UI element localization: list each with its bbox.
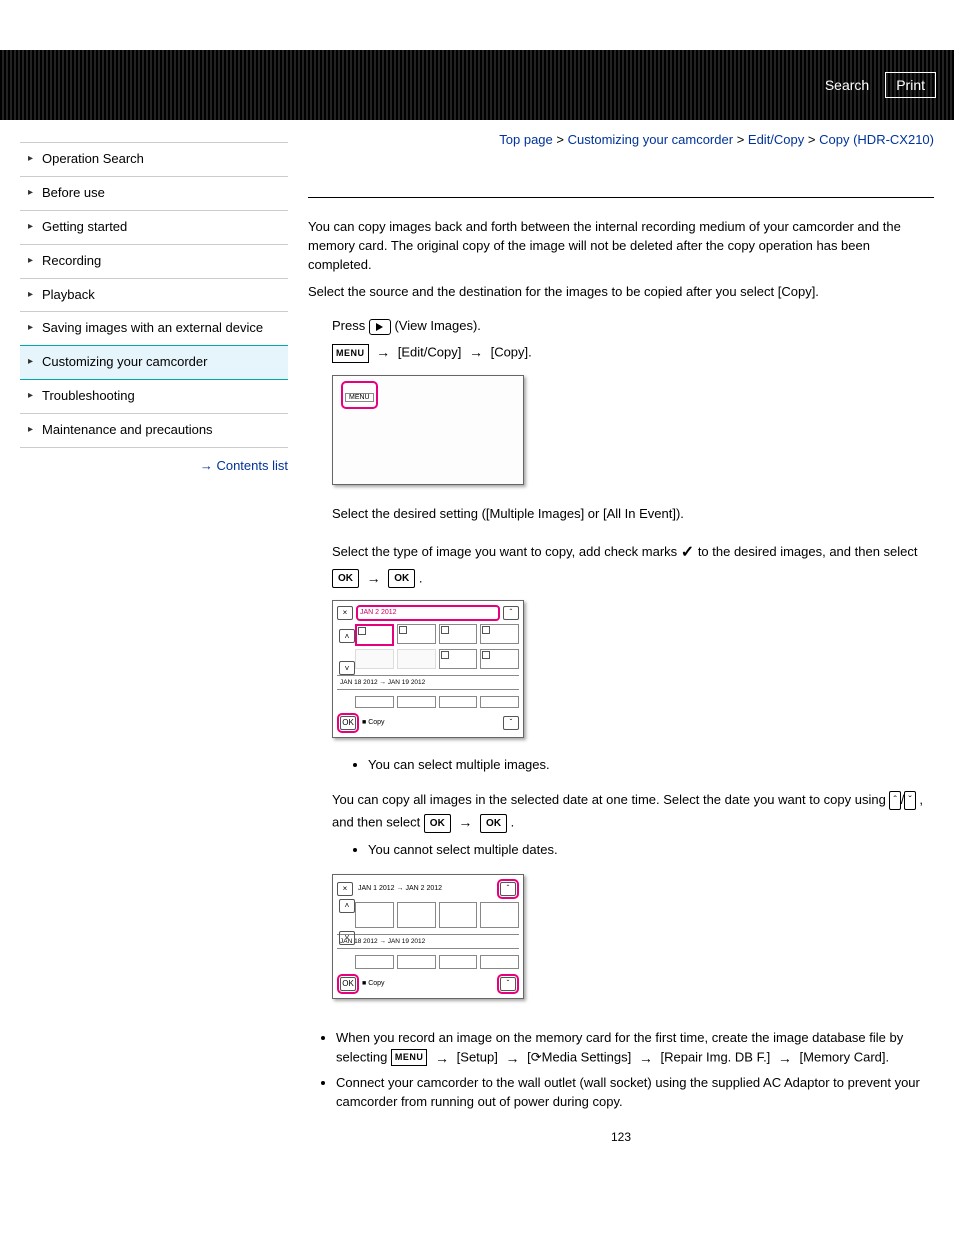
page-up-highlight: ˆ (500, 882, 516, 896)
check-icon: ✓ (681, 539, 694, 566)
arrow-icon: → (778, 1048, 792, 1068)
up-icon: ˆ (889, 791, 900, 810)
sidebar-item[interactable]: Before use (20, 177, 288, 211)
breadcrumb-l1[interactable]: Customizing your camcorder (568, 132, 733, 147)
sidebar-item[interactable]: Playback (20, 279, 288, 313)
arrow-icon: → (469, 341, 483, 365)
menu-tag: MENU (345, 393, 374, 402)
sidebar-item[interactable]: Operation Search (20, 143, 288, 177)
view-images-icon (369, 319, 391, 335)
ok-icon: OK (388, 569, 415, 588)
arrow-icon: → (458, 811, 472, 835)
media-settings-icon: ⟳ (531, 1049, 542, 1064)
nav-down-icon: ˅ (339, 931, 355, 945)
sidebar-item[interactable]: Saving images with an external device (20, 312, 288, 346)
nav-down-icon: ˅ (339, 661, 355, 675)
arrow-icon: → (505, 1048, 519, 1068)
step3-text-a: Select the type of image you want to cop… (332, 544, 681, 559)
step3-text-b: to the desired images, and then select (698, 544, 918, 559)
copy-label: Copy (368, 980, 384, 987)
page-down-highlight: ˇ (500, 977, 516, 991)
sidebar-item[interactable]: Maintenance and precautions (20, 414, 288, 448)
arrow-icon: → (376, 341, 390, 365)
step3-text-c: . (419, 570, 423, 585)
sidebar: Operation SearchBefore useGetting starte… (20, 132, 288, 1144)
nav-list: Operation SearchBefore useGetting starte… (20, 142, 288, 448)
sidebar-item[interactable]: Getting started (20, 211, 288, 245)
close-icon: × (337, 606, 353, 620)
ok-button-highlight: OK (340, 716, 356, 730)
step1-seq-a: [Edit/Copy] (398, 345, 465, 360)
arrow-icon: → (639, 1048, 653, 1068)
menu-icon: MENU (332, 344, 369, 363)
sidebar-item[interactable]: Recording (20, 245, 288, 279)
step2-text: Select the desired setting ([Multiple Im… (332, 506, 684, 521)
search-button[interactable]: Search (815, 73, 879, 97)
notes: When you record an image on the memory c… (308, 1029, 934, 1112)
breadcrumb-l2[interactable]: Edit/Copy (748, 132, 804, 147)
step-1: Press (View Images). MENU → [Edit/Copy] … (332, 315, 934, 485)
bullet-single-date: You cannot select multiple dates. (368, 841, 934, 860)
page-number: 123 (308, 1130, 934, 1144)
contents-list-link[interactable]: Contents list (20, 458, 288, 473)
step4-text-a: You can copy all images in the selected … (332, 792, 889, 807)
screenshot-menu: MENU (332, 375, 524, 485)
step4-text-c: . (511, 815, 515, 830)
print-button[interactable]: Print (885, 72, 936, 98)
ok-icon: OK (424, 814, 451, 833)
nav-up-icon: ˄ (339, 629, 355, 643)
step-3: Select the type of image you want to cop… (332, 539, 934, 775)
arrow-icon: → (435, 1048, 449, 1068)
step1-text-b: (View Images). (394, 318, 480, 333)
sidebar-item[interactable]: Troubleshooting (20, 380, 288, 414)
main-content: Top page > Customizing your camcorder > … (288, 132, 934, 1144)
step1-seq-b: [Copy]. (491, 345, 532, 360)
bullet-multiple-images: You can select multiple images. (368, 756, 934, 775)
ok-icon: OK (332, 569, 359, 588)
date-range: JAN 18 2012 → JAN 19 2012 (337, 934, 519, 949)
screenshot-thumbnails-1: × JAN 2 2012 ˆ ˄ ˅ (332, 600, 524, 738)
note-2: Connect your camcorder to the wall outle… (336, 1074, 934, 1112)
screenshot-thumbnails-2: × JAN 1 2012 → JAN 2 2012 ˆ ˄ ˅ JAN (332, 874, 524, 999)
breadcrumb: Top page > Customizing your camcorder > … (308, 132, 934, 147)
date-range: JAN 18 2012 → JAN 19 2012 (337, 675, 519, 690)
down-icon: ˇ (904, 791, 915, 810)
intro-paragraph-2: Select the source and the destination fo… (308, 283, 934, 302)
step1-text-a: Press (332, 318, 369, 333)
menu-icon: MENU (391, 1049, 428, 1066)
breadcrumb-top[interactable]: Top page (499, 132, 553, 147)
step-2: Select the desired setting ([Multiple Im… (332, 503, 934, 525)
date-header: JAN 1 2012 → JAN 2 2012 (356, 883, 494, 895)
nav-up-icon: ˄ (339, 899, 355, 913)
arrow-icon: → (367, 567, 381, 591)
separator (308, 197, 934, 198)
note-1: When you record an image on the memory c… (336, 1029, 934, 1068)
header-bar: Search Print (0, 50, 954, 120)
page-up-icon: ˆ (503, 606, 519, 620)
page-down-icon: ˇ (503, 716, 519, 730)
breadcrumb-l3[interactable]: Copy (HDR-CX210) (819, 132, 934, 147)
step-4: You can copy all images in the selected … (332, 789, 934, 999)
ok-icon: OK (480, 814, 507, 833)
ok-button-highlight: OK (340, 977, 356, 991)
sidebar-item[interactable]: Customizing your camcorder (20, 345, 288, 380)
intro-paragraph-1: You can copy images back and forth betwe… (308, 218, 934, 275)
copy-label: Copy (368, 719, 384, 726)
close-icon: × (337, 882, 353, 896)
date-header: JAN 2 2012 (356, 605, 500, 621)
